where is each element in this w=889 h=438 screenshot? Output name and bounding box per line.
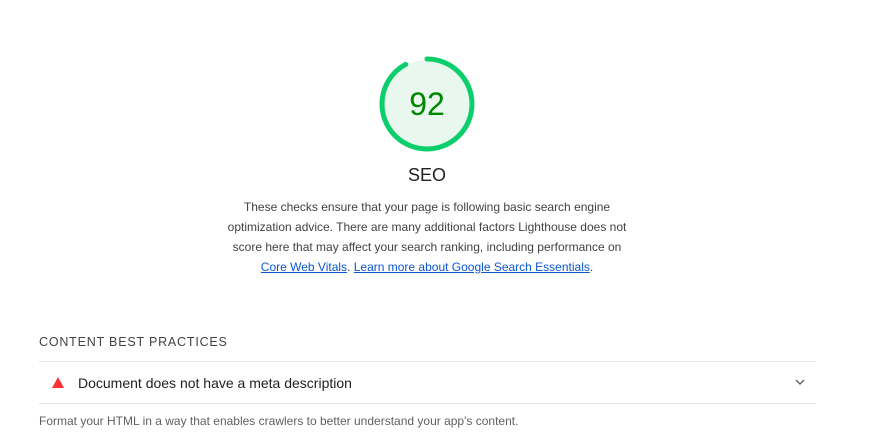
description-end: . — [589, 260, 594, 274]
score-gauge: 92 — [377, 54, 477, 154]
core-web-vitals-link[interactable]: Core Web Vitals — [261, 260, 347, 274]
chevron-down-icon[interactable] — [794, 376, 806, 388]
description-text: These checks ensure that your page is fo… — [227, 200, 627, 254]
fail-triangle-icon — [52, 376, 64, 388]
group-description: Format your HTML in a way that enables c… — [39, 414, 519, 428]
score-value: 92 — [409, 86, 445, 122]
description-separator: . — [347, 260, 351, 274]
divider-bottom — [39, 403, 816, 404]
audit-meta-description[interactable]: Document does not have a meta descriptio… — [39, 362, 816, 403]
learn-more-link[interactable]: Learn more about Google Search Essential… — [354, 260, 590, 274]
category-title: SEO — [407, 165, 446, 185]
category-description: These checks ensure that your page is fo… — [222, 197, 632, 277]
group-header: CONTENT BEST PRACTICES — [39, 335, 228, 349]
audit-title: Document does not have a meta descriptio… — [78, 374, 352, 391]
